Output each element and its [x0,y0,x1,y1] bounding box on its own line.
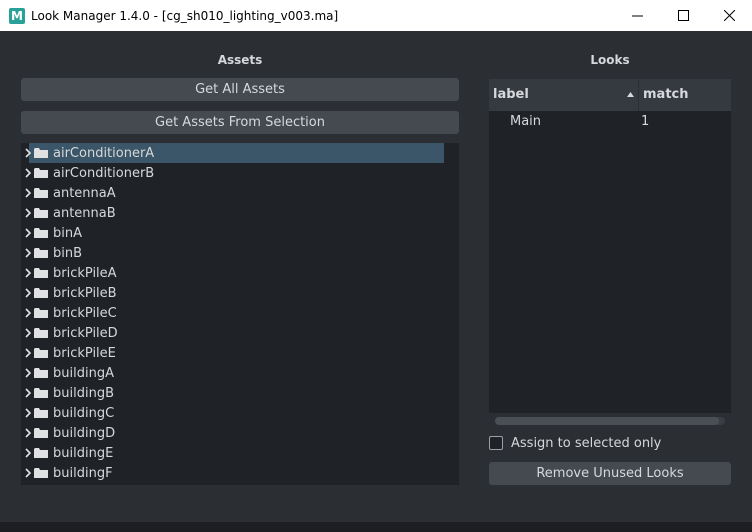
tree-item[interactable]: buildingE [21,443,444,463]
assign-to-selected-label: Assign to selected only [511,436,662,451]
tree-item[interactable]: brickPileA [21,263,444,283]
minimize-button[interactable] [614,0,660,31]
looks-table-hscrollbar[interactable] [495,417,725,425]
tree-item-label: brickPileB [53,285,117,301]
tree-item-label: buildingD [53,425,116,441]
column-header-label[interactable]: label [489,79,638,111]
looks-table[interactable]: label match Main 1 [489,79,731,413]
tree-item[interactable]: brickPileD [21,323,444,343]
chevron-right-icon[interactable] [23,288,33,298]
tree-item[interactable]: buildingC [21,403,444,423]
get-assets-from-selection-button[interactable]: Get Assets From Selection [21,111,459,134]
tree-item-label: brickPileC [53,305,117,321]
folder-icon [34,407,48,419]
get-all-assets-button[interactable]: Get All Assets [21,78,459,101]
assign-to-selected-checkbox[interactable] [489,436,503,450]
chevron-right-icon[interactable] [23,408,33,418]
chevron-right-icon[interactable] [23,428,33,438]
tree-item[interactable]: buildingB [21,383,444,403]
folder-icon [34,347,48,359]
look-label-cell: Main [510,114,542,129]
tree-item-label: buildingA [53,365,114,381]
folder-icon [34,267,48,279]
chevron-right-icon[interactable] [23,208,33,218]
chevron-right-icon[interactable] [23,168,33,178]
tree-item[interactable]: brickPileE [21,343,444,363]
look-match-cell: 1 [641,114,650,129]
folder-icon [34,207,48,219]
sort-ascending-icon [627,92,634,97]
tree-item[interactable]: binA [21,223,444,243]
folder-icon [34,387,48,399]
tree-item-label: airConditionerB [53,165,155,181]
chevron-right-icon[interactable] [23,148,33,158]
folder-icon [34,447,48,459]
window-bottom-border [0,522,752,532]
assets-title: Assets [217,53,263,67]
folder-icon [34,247,48,259]
tree-item[interactable]: airConditionerA [21,143,444,163]
tree-item[interactable]: binB [21,243,444,263]
column-header-match[interactable]: match [639,79,731,111]
tree-item[interactable]: buildingF [21,463,444,483]
looks-table-hscroll-thumb[interactable] [495,417,719,425]
tree-item-label: binA [53,225,82,241]
tree-item[interactable]: airConditionerB [21,163,444,183]
looks-title: Looks [590,53,630,67]
asset-tree[interactable]: airConditionerA airConditionerB antennaA an… [21,143,459,485]
tree-item[interactable]: buildingD [21,423,444,443]
tree-item[interactable]: antennaA [21,183,444,203]
tree-item-label: antennaA [53,185,116,201]
chevron-right-icon[interactable] [23,248,33,258]
folder-icon [34,187,48,199]
column-header-label-text: label [493,87,529,102]
remove-unused-looks-button[interactable]: Remove Unused Looks [489,462,731,485]
folder-icon [34,227,48,239]
looks-table-header: label match [489,79,731,111]
column-header-match-text: match [643,87,689,102]
folder-icon [34,307,48,319]
tree-item[interactable]: brickPileC [21,303,444,323]
close-button[interactable] [706,0,752,31]
tree-item-label: buildingF [53,465,113,481]
folder-icon [34,427,48,439]
tree-item-label: antennaB [53,205,116,221]
chevron-right-icon[interactable] [23,388,33,398]
tree-item-label: buildingC [53,405,115,421]
chevron-right-icon[interactable] [23,308,33,318]
tree-item-label: binB [53,245,83,261]
folder-icon [34,467,48,479]
tree-item-label: buildingE [53,445,114,461]
chevron-right-icon[interactable] [23,268,33,278]
tree-item-label: brickPileA [53,265,117,281]
tree-item-label: brickPileD [53,325,118,341]
chevron-right-icon[interactable] [23,188,33,198]
chevron-right-icon[interactable] [23,368,33,378]
tree-item-label: airConditionerA [53,145,155,161]
tree-item[interactable]: antennaB [21,203,444,223]
tree-item-label: buildingB [53,385,114,401]
folder-icon [34,287,48,299]
maximize-button[interactable] [660,0,706,31]
tree-item[interactable]: buildingA [21,363,444,383]
app-icon: M [9,7,25,24]
tree-item[interactable]: brickPileB [21,283,444,303]
minimize-icon [631,15,643,17]
chevron-right-icon[interactable] [23,228,33,238]
folder-icon [34,327,48,339]
folder-icon [34,147,48,159]
close-icon [723,10,735,21]
chevron-right-icon[interactable] [23,328,33,338]
folder-icon [34,167,48,179]
maximize-icon [677,10,689,21]
chevron-right-icon[interactable] [23,468,33,478]
tree-item-label: brickPileE [53,345,116,361]
window-titlebar: M Look Manager 1.4.0 - [cg_sh010_lightin… [0,0,752,31]
chevron-right-icon[interactable] [23,348,33,358]
chevron-right-icon[interactable] [23,448,33,458]
folder-icon [34,367,48,379]
window-title: Look Manager 1.4.0 - [cg_sh010_lighting_… [31,8,339,23]
